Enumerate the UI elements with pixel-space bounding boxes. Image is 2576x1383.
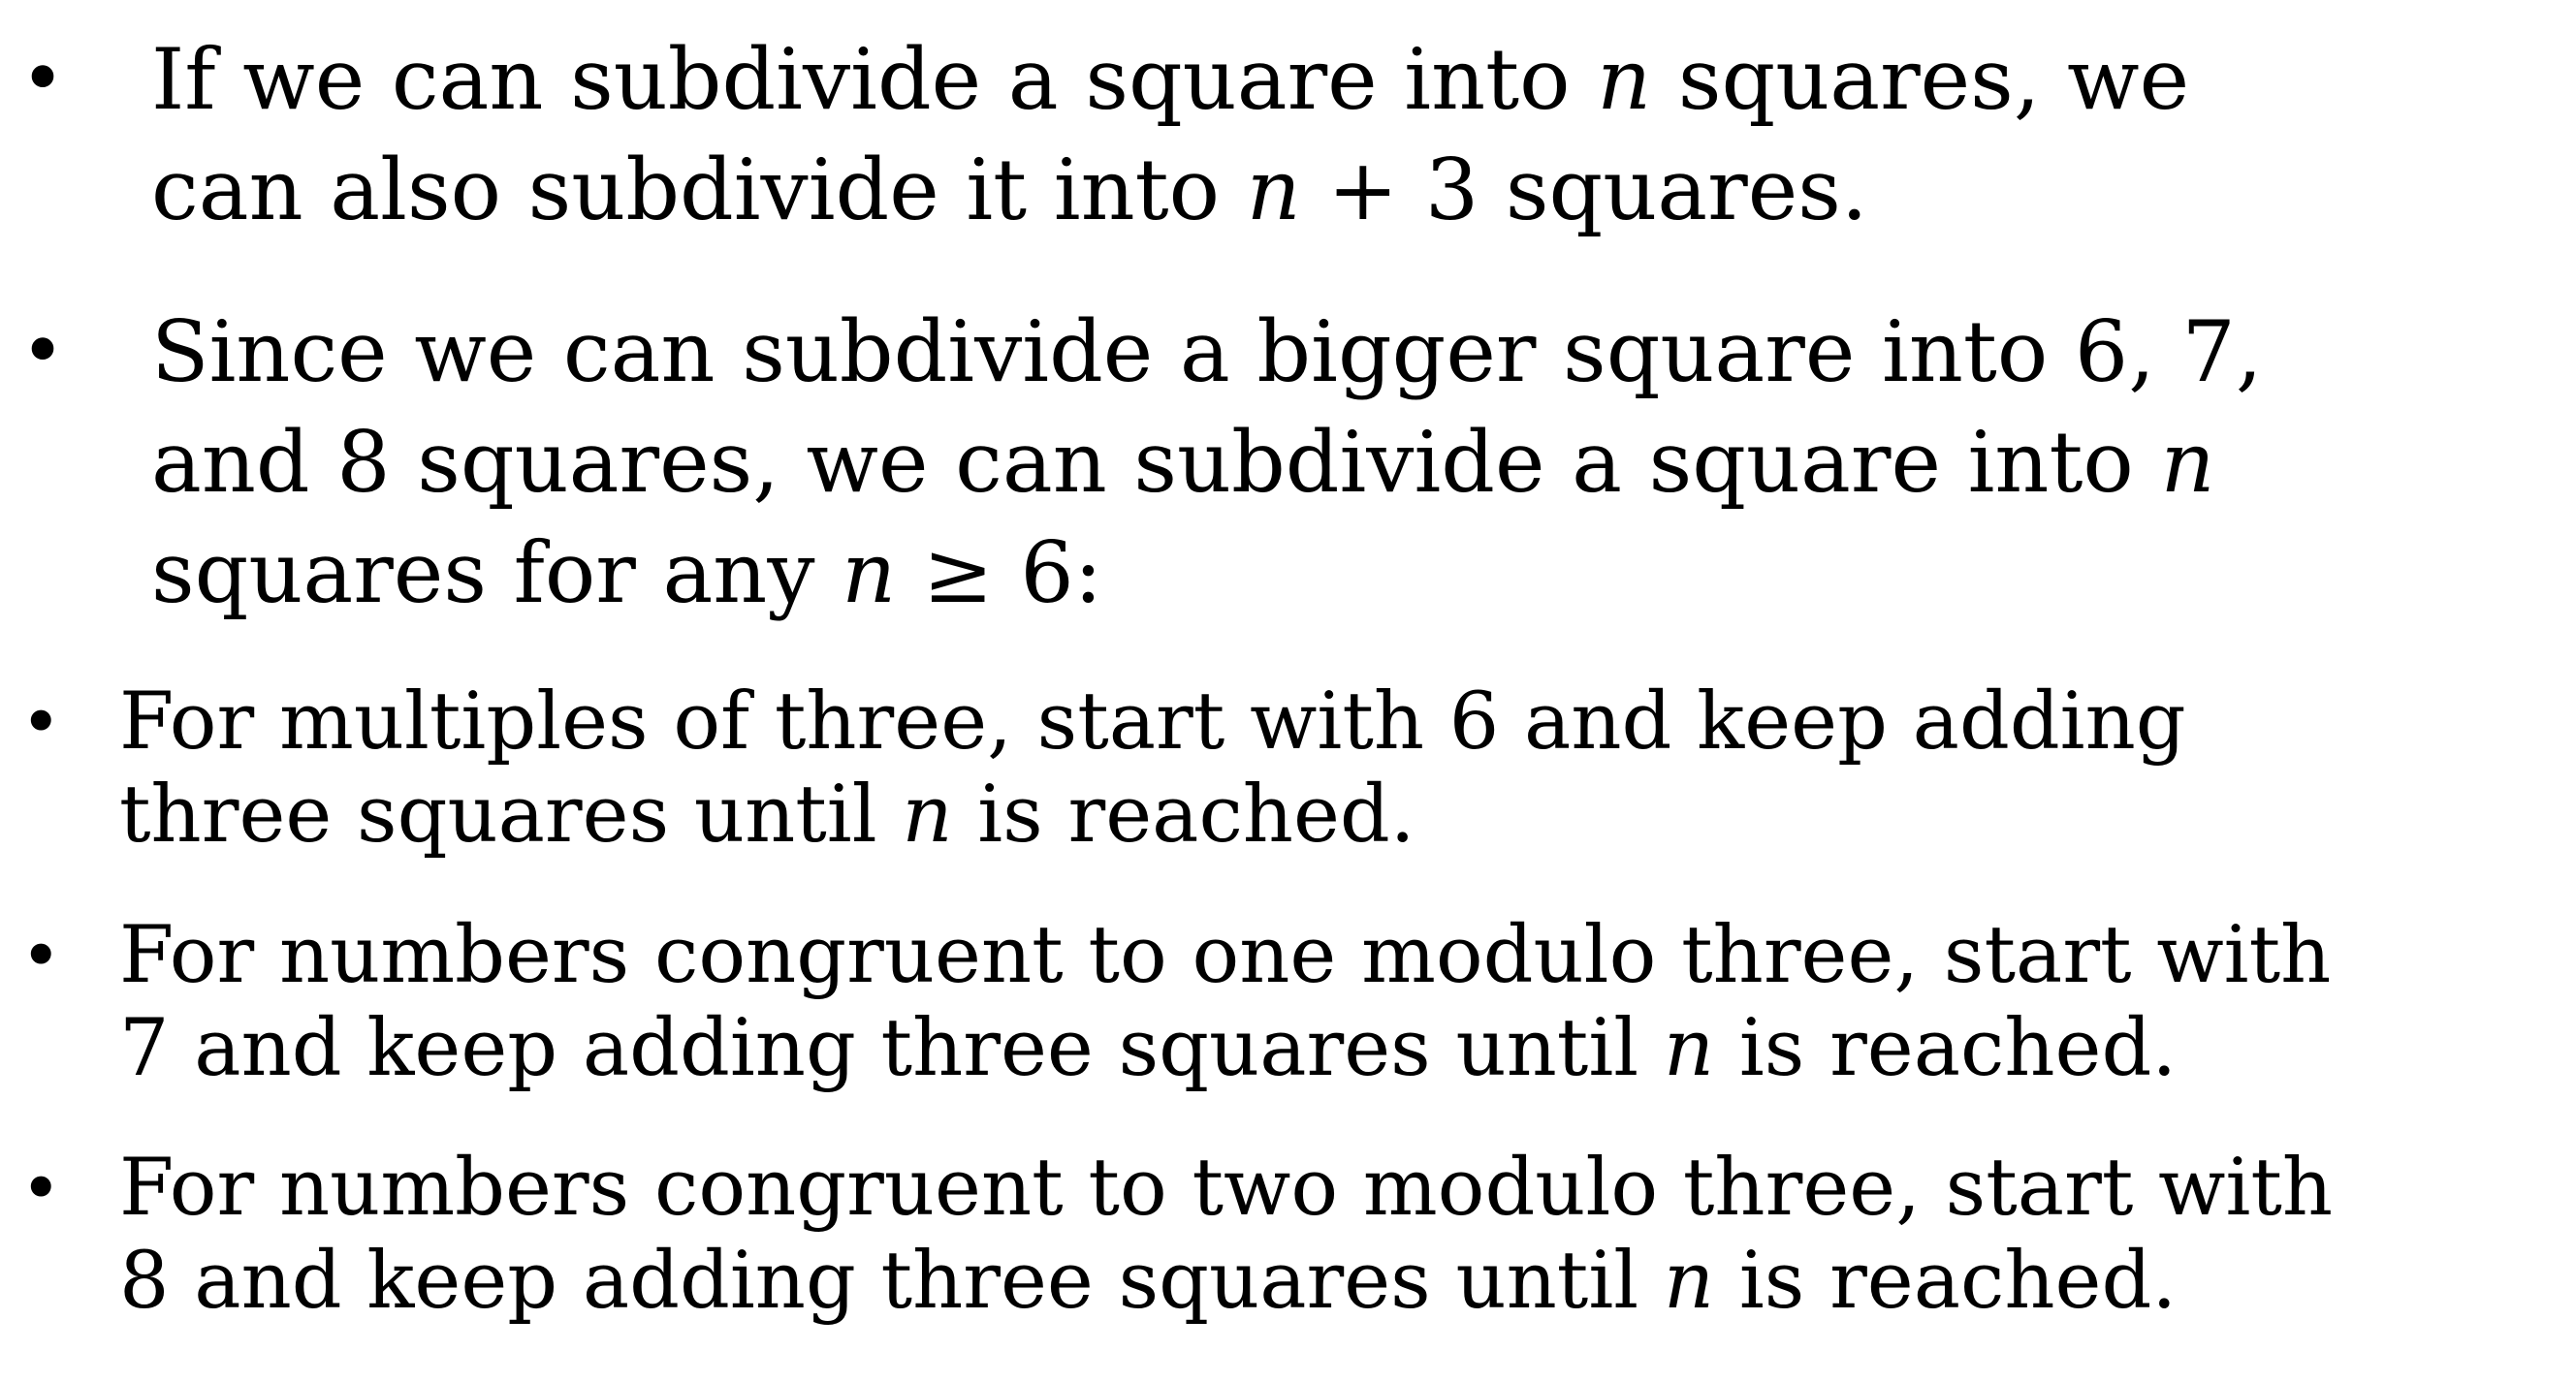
- text-line: For numbers congruent to one modulo thre…: [119, 909, 2331, 1002]
- text-line: squares for any n ≥ 6:: [151, 518, 2263, 628]
- bullet-marker: •: [20, 36, 66, 123]
- text-run: Since we can subdivide a bigger square i…: [151, 302, 2263, 401]
- bullet-marker: •: [20, 308, 66, 395]
- variable-n: n: [902, 770, 953, 861]
- text-line: For multiples of three, start with 6 and…: [119, 676, 2186, 769]
- text-line: three squares until n is reached.: [119, 769, 2186, 862]
- variable-n: n: [842, 523, 897, 622]
- text-run: squares, we: [1651, 30, 2190, 129]
- text-line: 8 and keep adding three squares until n …: [119, 1235, 2333, 1328]
- text-line: Since we can subdivide a bigger square i…: [151, 297, 2263, 407]
- text-line: and 8 squares, we can subdivide a square…: [151, 407, 2263, 518]
- text-line: can also subdivide it into n + 3 squares…: [151, 135, 2189, 245]
- text-line: 7 and keep adding three squares until n …: [119, 1002, 2331, 1095]
- variable-n: n: [1246, 141, 1301, 239]
- variable-n: n: [2160, 413, 2215, 512]
- text-run: For multiples of three, start with 6 and…: [119, 676, 2186, 768]
- text-run: is reached.: [952, 770, 1415, 861]
- text-run: If we can subdivide a square into: [151, 30, 1598, 129]
- text-run: three squares until: [119, 770, 903, 861]
- text-run: 8 and keep adding three squares until: [119, 1236, 1664, 1327]
- bullet-text-2: Since we can subdivide a bigger square i…: [151, 297, 2263, 628]
- variable-n: n: [1663, 1236, 1715, 1327]
- text-run: 7 and keep adding three squares until: [119, 1003, 1664, 1094]
- bullet-marker: •: [20, 681, 62, 763]
- text-run: can also subdivide it into: [151, 141, 1247, 239]
- text-line: For numbers congruent to two modulo thre…: [119, 1142, 2333, 1235]
- bullet-marker: •: [20, 1147, 62, 1229]
- text-run: For numbers congruent to two modulo thre…: [119, 1143, 2334, 1234]
- text-run: squares for any: [151, 523, 843, 622]
- text-run: + 3 squares.: [1300, 141, 1868, 239]
- text-run: ≥ 6:: [896, 523, 1103, 622]
- bullet-text-5: For numbers congruent to two modulo thre…: [119, 1142, 2333, 1328]
- variable-n: n: [1663, 1003, 1715, 1094]
- bullet-marker: •: [20, 915, 62, 996]
- text-run: is reached.: [1714, 1003, 2178, 1094]
- text-run: and 8 squares, we can subdivide a square…: [151, 413, 2161, 512]
- bullet-text-4: For numbers congruent to one modulo thre…: [119, 909, 2331, 1095]
- bullet-text-1: If we can subdivide a square into n squa…: [151, 24, 2189, 245]
- bullet-text-3: For multiples of three, start with 6 and…: [119, 676, 2186, 862]
- text-run: For numbers congruent to one modulo thre…: [119, 910, 2332, 1001]
- text-line: If we can subdivide a square into n squa…: [151, 24, 2189, 135]
- variable-n: n: [1597, 30, 1652, 129]
- text-run: is reached.: [1714, 1236, 2178, 1327]
